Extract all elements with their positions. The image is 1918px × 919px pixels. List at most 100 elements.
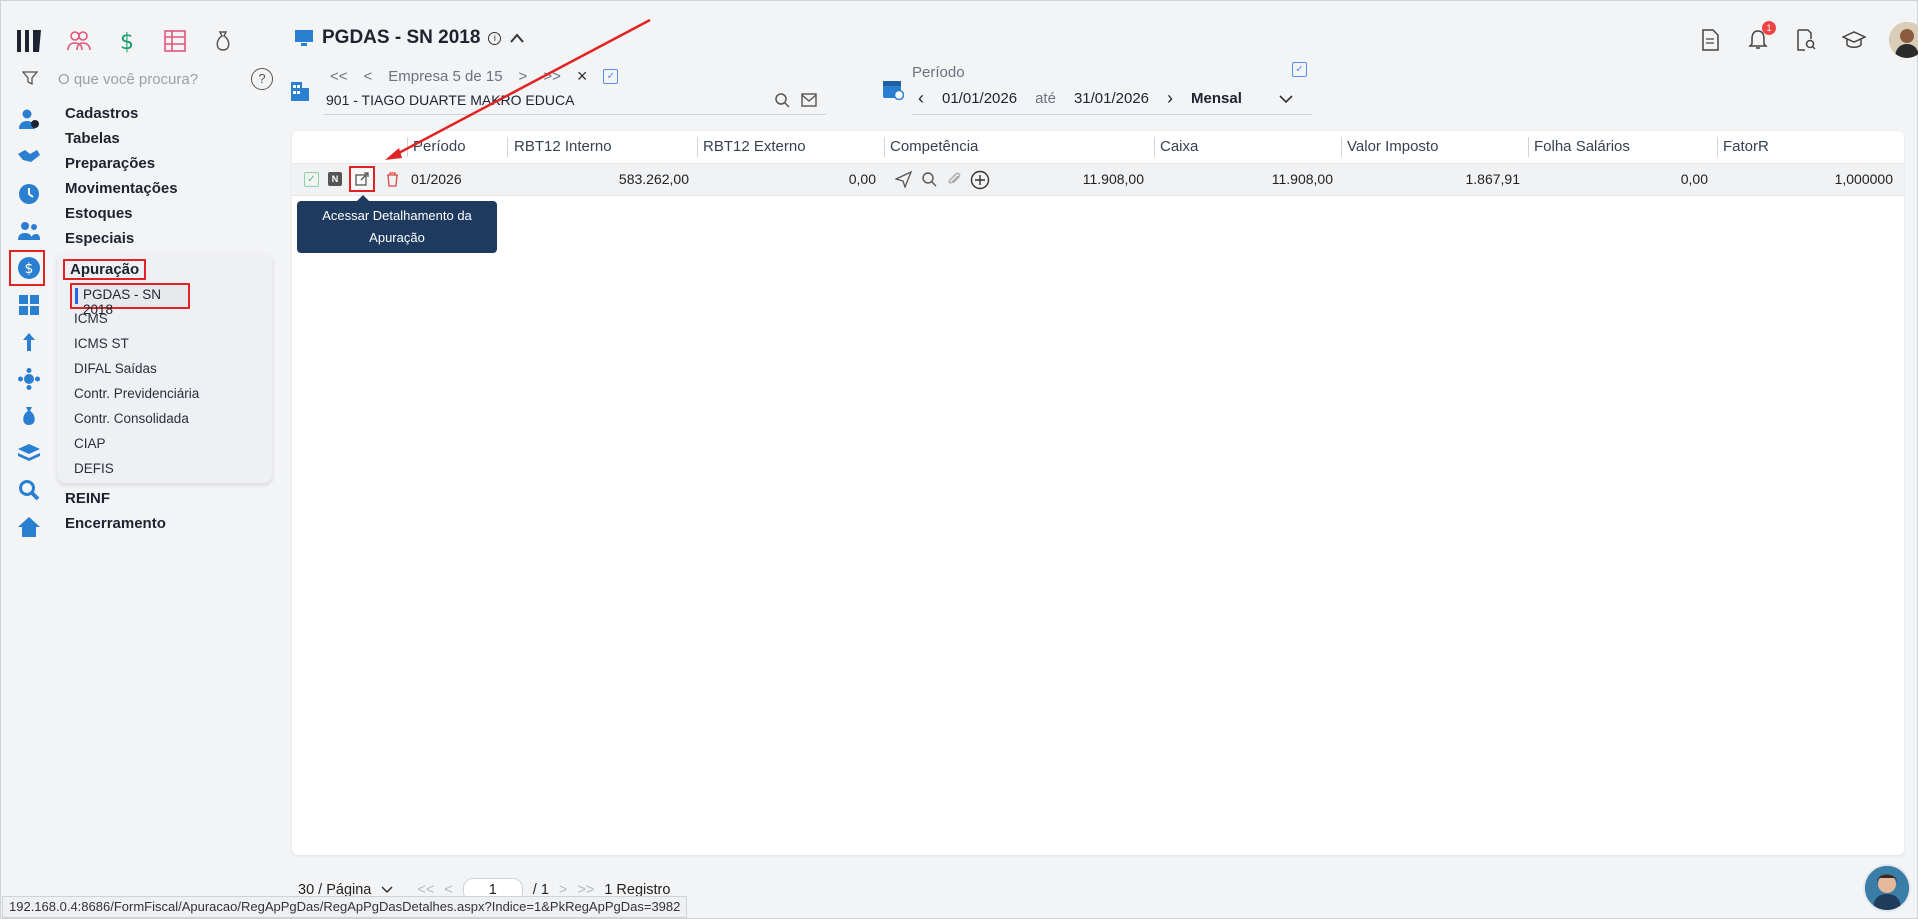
people-icon[interactable] [66, 28, 92, 54]
paperclip-icon[interactable] [946, 171, 963, 188]
apuracao-submenu: Apuração PGDAS - SN 2018 ICMS ICMS ST DI… [57, 253, 272, 483]
external-link-icon [355, 172, 369, 186]
report-search-icon[interactable] [1793, 27, 1819, 53]
search-icon[interactable] [774, 92, 790, 108]
column-caixa[interactable]: Caixa [1160, 138, 1198, 155]
cell-competencia: 11.908,00 [1082, 171, 1144, 187]
dollar-icon[interactable]: $ [114, 28, 140, 54]
table-row[interactable]: ✓ N 01/2026 583.262,00 0,00 11.908,00 11… [292, 164, 1904, 196]
document-icon[interactable] [1697, 27, 1723, 53]
column-fator-r[interactable]: FatorR [1723, 138, 1769, 155]
submenu-item-contr-consolidada[interactable]: Contr. Consolidada [74, 411, 189, 426]
chevron-up-icon[interactable] [509, 32, 525, 44]
user-avatar[interactable] [1889, 22, 1918, 58]
submenu-item-pgdas[interactable]: PGDAS - SN 2018 [70, 283, 190, 317]
layers-icon[interactable] [15, 439, 43, 467]
app-logo[interactable] [15, 26, 45, 56]
prev-empresa-button[interactable]: < [364, 68, 373, 85]
send-icon[interactable] [895, 171, 912, 188]
magnifier-icon[interactable] [921, 171, 938, 188]
column-competencia[interactable]: Competência [890, 138, 978, 155]
apuracao-dollar-icon[interactable]: $ [15, 254, 43, 282]
column-valor-imposto[interactable]: Valor Imposto [1347, 138, 1438, 155]
column-rbt12-externo[interactable]: RBT12 Externo [703, 138, 806, 155]
graduation-cap-icon[interactable] [1841, 27, 1867, 53]
submenu-item-icms-st[interactable]: ICMS ST [74, 336, 129, 351]
money-bag-icon[interactable] [15, 402, 43, 430]
menu-item-encerramento[interactable]: Encerramento [65, 511, 166, 536]
mail-icon[interactable] [801, 93, 817, 107]
spreadsheet-icon[interactable] [162, 28, 188, 54]
main-menu-bottom: REINF Encerramento [65, 486, 166, 536]
menu-item-reinf[interactable]: REINF [65, 486, 166, 511]
menu-item-preparacoes[interactable]: Preparações [65, 151, 178, 176]
filter-icon[interactable] [22, 70, 38, 86]
home-icon[interactable] [15, 513, 43, 541]
column-divider [1528, 137, 1529, 157]
submenu-item-contr-previdenciaria[interactable]: Contr. Previdenciária [74, 386, 199, 401]
add-circle-icon[interactable] [970, 170, 990, 190]
assistant-avatar[interactable] [1863, 864, 1911, 912]
movimentacoes-icon[interactable] [15, 217, 43, 245]
network-icon[interactable] [15, 365, 43, 393]
search-placeholder[interactable]: O que você procura? [58, 71, 198, 88]
column-folha-salarios[interactable]: Folha Salários [1534, 138, 1630, 155]
icon-rail: $ [0, 0, 58, 919]
open-details-button[interactable] [349, 166, 375, 192]
period-mode-select[interactable]: Mensal [1191, 90, 1261, 107]
help-icon[interactable]: ? [251, 68, 273, 90]
column-rbt12-interno[interactable]: RBT12 Interno [514, 138, 612, 155]
chevron-down-icon[interactable] [381, 886, 393, 894]
empresa-counter: Empresa 5 de 15 [388, 68, 503, 85]
next-period-button[interactable]: › [1167, 88, 1173, 109]
periodo-row: ‹ 01/01/2026 até 31/01/2026 › Mensal [918, 88, 1293, 109]
next-empresa-button[interactable]: > [519, 68, 528, 85]
submenu-item-difal[interactable]: DIFAL Saídas [74, 361, 157, 376]
calendar-icon [883, 81, 904, 100]
search-rail-icon[interactable] [15, 476, 43, 504]
cadastros-icon[interactable] [15, 105, 43, 133]
submenu-item-icms[interactable]: ICMS [74, 311, 108, 326]
periodo-checkbox[interactable]: ✓ [1292, 62, 1307, 77]
cell-valor-imposto: 1.867,91 [1465, 171, 1521, 187]
period-start[interactable]: 01/01/2026 [942, 90, 1017, 107]
column-periodo[interactable]: Período [413, 138, 466, 155]
menu-search[interactable]: O que você procura? ? [20, 66, 273, 92]
last-empresa-button[interactable]: >> [543, 68, 561, 85]
period-end[interactable]: 31/01/2026 [1074, 90, 1149, 107]
notification-badge: 1 [1762, 21, 1776, 35]
menu-item-tabelas[interactable]: Tabelas [65, 126, 178, 151]
column-divider [407, 137, 408, 157]
cell-rbt12-interno: 583.262,00 [618, 171, 689, 187]
header-actions: 1 [1697, 21, 1918, 58]
first-empresa-button[interactable]: << [330, 68, 348, 85]
upload-icon[interactable] [15, 328, 43, 356]
column-divider [507, 137, 508, 157]
calculator-icon[interactable] [15, 291, 43, 319]
menu-item-apuracao[interactable]: Apuração [63, 259, 147, 280]
periodo-label: Período [912, 64, 965, 81]
cell-folha-salarios: 0,00 [1680, 171, 1708, 187]
column-divider [884, 137, 885, 157]
menu-item-cadastros[interactable]: Cadastros [65, 101, 178, 126]
money-bag-outline-icon[interactable] [210, 28, 236, 54]
chevron-down-icon[interactable] [1279, 94, 1293, 104]
cell-caixa: 11.908,00 [1271, 171, 1333, 187]
delete-trash-icon[interactable] [386, 172, 399, 187]
info-icon[interactable]: i [488, 31, 502, 45]
clear-empresa-button[interactable]: × [577, 66, 588, 87]
empresa-checkbox[interactable]: ✓ [603, 69, 619, 84]
tabelas-icon[interactable] [15, 142, 43, 170]
bell-icon[interactable]: 1 [1745, 21, 1776, 53]
preparacoes-icon[interactable] [15, 180, 43, 208]
empresa-name[interactable]: 901 - TIAGO DUARTE MAKRO EDUCA [326, 92, 574, 108]
menu-item-estoques[interactable]: Estoques [65, 201, 178, 226]
row-checkbox[interactable]: ✓ [304, 172, 319, 187]
column-divider [1341, 137, 1342, 157]
menu-item-movimentacoes[interactable]: Movimentações [65, 176, 178, 201]
cell-rbt12-externo: 0,00 [848, 171, 876, 187]
submenu-item-ciap[interactable]: CIAP [74, 436, 106, 451]
prev-period-button[interactable]: ‹ [918, 88, 924, 109]
submenu-item-defis[interactable]: DEFIS [74, 461, 114, 476]
menu-item-especiais[interactable]: Especiais [65, 226, 178, 251]
